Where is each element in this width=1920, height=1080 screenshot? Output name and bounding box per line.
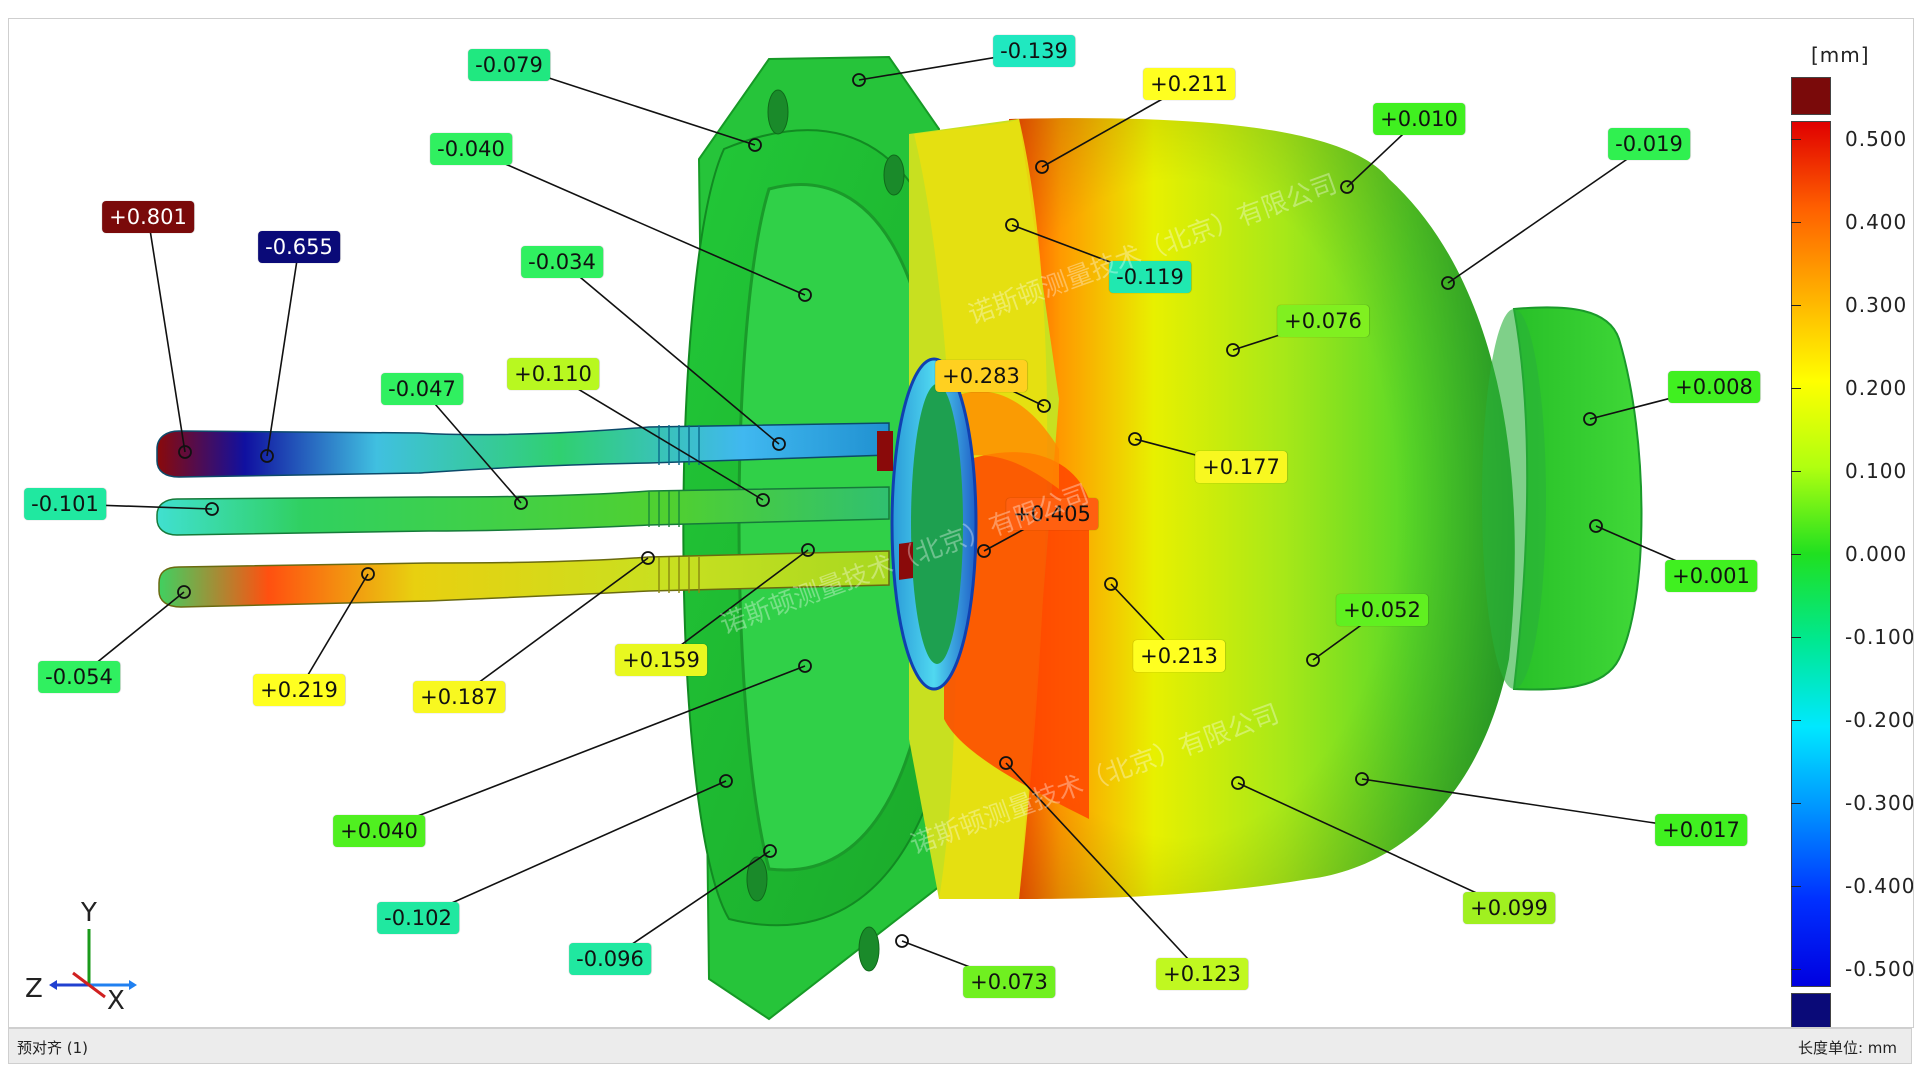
alignment-status[interactable]: 预对齐 (1) bbox=[17, 1037, 88, 1058]
scale-tick-mark bbox=[1791, 969, 1801, 970]
scale-tick-mark bbox=[1791, 554, 1801, 555]
deviation-label[interactable]: +0.405 bbox=[1006, 498, 1098, 530]
scale-tick-mark bbox=[1791, 139, 1801, 140]
status-bar: 预对齐 (1) 长度单位: mm bbox=[8, 1028, 1912, 1064]
deviation-label[interactable]: -0.034 bbox=[521, 246, 603, 278]
deviation-label[interactable]: -0.655 bbox=[258, 231, 340, 263]
scale-tick-label: 0.300 bbox=[1845, 293, 1908, 317]
axis-z-label: Z bbox=[25, 974, 43, 1004]
scale-tick-label: 0.100 bbox=[1845, 459, 1908, 483]
length-unit-status: 长度单位: mm bbox=[1797, 1039, 1897, 1057]
deviation-label[interactable]: -0.054 bbox=[38, 661, 120, 693]
deviation-label[interactable]: +0.283 bbox=[935, 360, 1027, 392]
scale-tick-label: -0.100 bbox=[1845, 625, 1914, 649]
deviation-label[interactable]: +0.001 bbox=[1665, 560, 1757, 592]
deviation-label[interactable]: -0.139 bbox=[993, 35, 1075, 67]
axis-triad[interactable]: Y Z X bbox=[21, 899, 141, 1009]
scale-tick-label: -0.300 bbox=[1845, 791, 1914, 815]
scale-tick-label: -0.400 bbox=[1845, 874, 1914, 898]
deviation-label[interactable]: +0.211 bbox=[1143, 68, 1235, 100]
scale-tick-mark bbox=[1791, 388, 1801, 389]
deviation-label[interactable]: -0.119 bbox=[1109, 261, 1191, 293]
scale-over-swatch bbox=[1791, 77, 1831, 115]
deviation-label[interactable]: -0.096 bbox=[569, 943, 651, 975]
scale-tick-mark bbox=[1791, 637, 1801, 638]
deviation-label[interactable]: +0.008 bbox=[1668, 371, 1760, 403]
scale-tick-label: 0.000 bbox=[1845, 542, 1908, 566]
deviation-label[interactable]: +0.073 bbox=[963, 966, 1055, 998]
axis-x-label: X bbox=[107, 986, 125, 1009]
deviation-label[interactable]: +0.076 bbox=[1277, 305, 1369, 337]
deviation-label[interactable]: +0.040 bbox=[333, 815, 425, 847]
deviation-label[interactable]: -0.102 bbox=[377, 902, 459, 934]
deviation-label[interactable]: -0.079 bbox=[468, 49, 550, 81]
deviation-label[interactable]: +0.187 bbox=[413, 681, 505, 713]
deviation-label[interactable]: +0.099 bbox=[1463, 892, 1555, 924]
deviation-label[interactable]: +0.801 bbox=[102, 201, 194, 233]
deviation-label[interactable]: +0.219 bbox=[253, 674, 345, 706]
scale-tick-mark bbox=[1791, 222, 1801, 223]
deviation-label[interactable]: +0.159 bbox=[615, 644, 707, 676]
scale-tick-label: 0.200 bbox=[1845, 376, 1908, 400]
scale-under-swatch bbox=[1791, 993, 1831, 1027]
scale-tick-label: -0.200 bbox=[1845, 708, 1914, 732]
scale-tick-mark bbox=[1791, 886, 1801, 887]
deviation-label[interactable]: -0.047 bbox=[381, 373, 463, 405]
deviation-label[interactable]: +0.110 bbox=[507, 358, 599, 390]
color-scale-unit: [mm] bbox=[1811, 43, 1870, 67]
deviation-label[interactable]: -0.040 bbox=[430, 133, 512, 165]
deviation-label[interactable]: +0.017 bbox=[1655, 814, 1747, 846]
deviation-label[interactable]: +0.213 bbox=[1133, 640, 1225, 672]
deviation-label[interactable]: +0.177 bbox=[1195, 451, 1287, 483]
deviation-label[interactable]: -0.019 bbox=[1608, 128, 1690, 160]
scale-tick-label: 0.400 bbox=[1845, 210, 1908, 234]
scale-tick-mark bbox=[1791, 471, 1801, 472]
scale-tick-mark bbox=[1791, 305, 1801, 306]
deviation-label[interactable]: -0.101 bbox=[24, 488, 106, 520]
deviation-label[interactable]: +0.010 bbox=[1373, 103, 1465, 135]
scale-tick-label: -0.500 bbox=[1845, 957, 1914, 981]
scanned-part-model[interactable] bbox=[9, 19, 1913, 1027]
deviation-label[interactable]: +0.052 bbox=[1336, 594, 1428, 626]
scale-tick-mark bbox=[1791, 720, 1801, 721]
3d-viewport[interactable]: -0.139 -0.079 +0.211 +0.010 -0.019 -0.040 +0.8… bbox=[8, 18, 1914, 1028]
scale-tick-mark bbox=[1791, 803, 1801, 804]
deviation-label[interactable]: +0.123 bbox=[1156, 958, 1248, 990]
scale-tick-label: 0.500 bbox=[1845, 127, 1908, 151]
axis-y-label: Y bbox=[80, 899, 97, 928]
